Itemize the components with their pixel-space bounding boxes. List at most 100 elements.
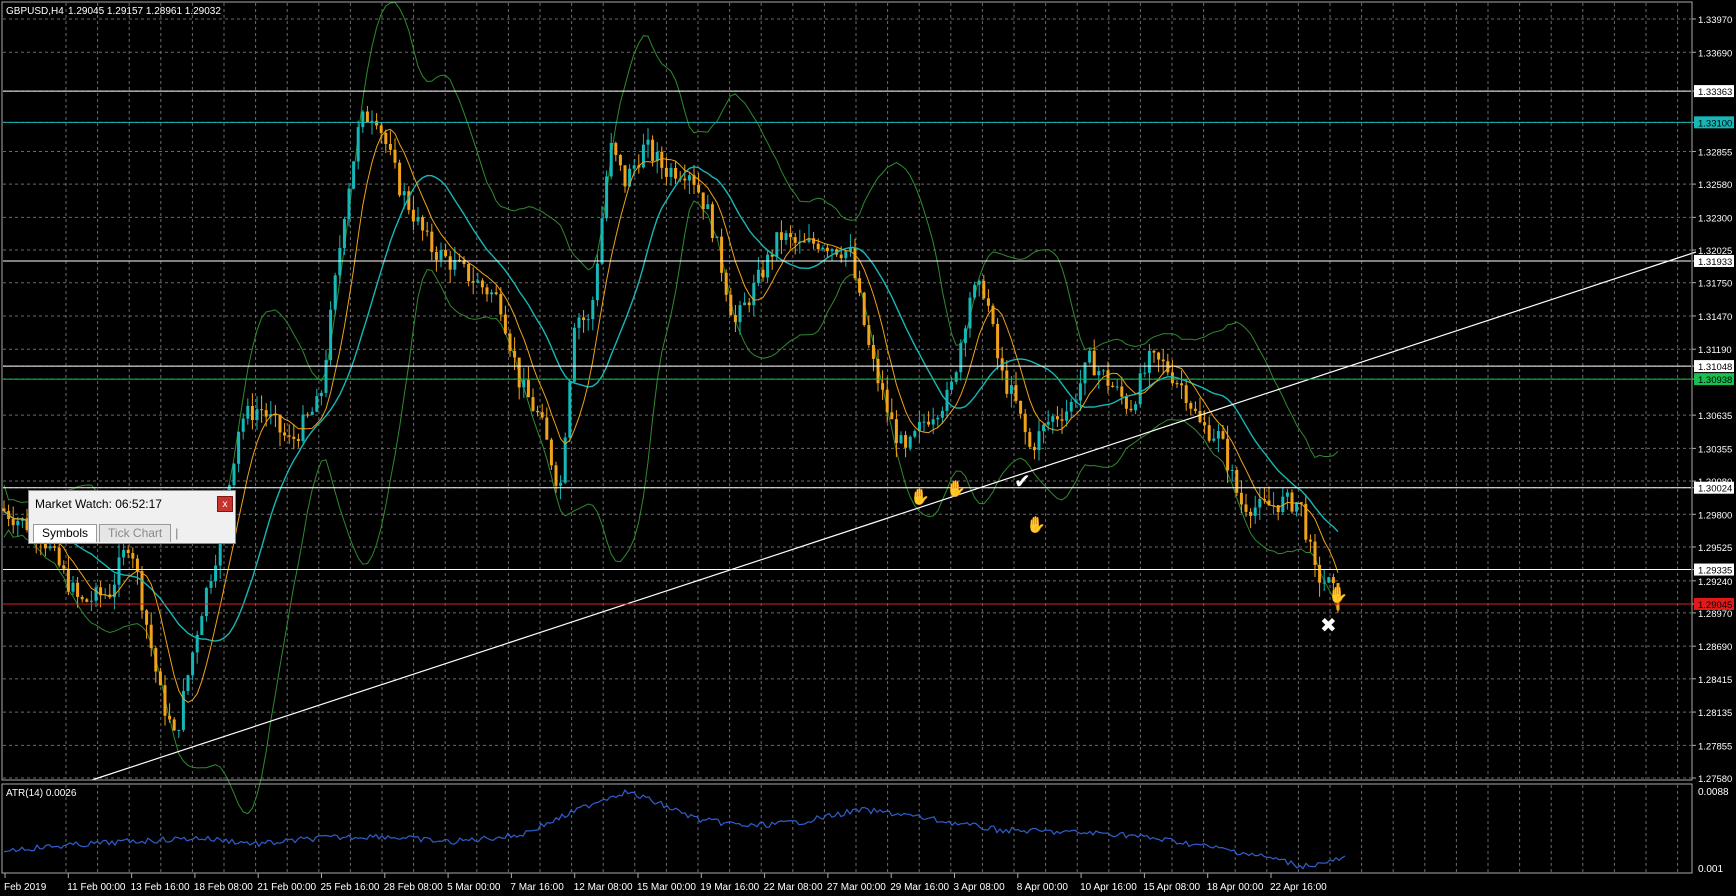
time-label: 22 Apr 16:00: [1270, 882, 1327, 893]
candle-body: [80, 596, 84, 600]
candle-body: [1097, 370, 1101, 376]
candle-body: [931, 419, 935, 425]
candle-body: [430, 231, 434, 252]
candle-body: [122, 549, 126, 558]
candle-body: [53, 546, 57, 548]
thumbs-up-icon: ✋: [946, 479, 966, 498]
candle-body: [163, 685, 167, 716]
candle-body: [513, 350, 517, 358]
candle-body: [959, 343, 963, 373]
candle-body: [687, 175, 691, 181]
candle-body: [48, 546, 52, 549]
time-label: 29 Mar 16:00: [890, 882, 949, 893]
close-button[interactable]: x: [217, 496, 233, 512]
atr-label: ATR(14) 0.0026: [6, 788, 77, 799]
candle-body: [1180, 383, 1184, 386]
candle-body: [582, 317, 586, 321]
price-label: 1.33100: [1698, 118, 1732, 129]
time-label: 22 Mar 08:00: [764, 882, 823, 893]
tab-symbols[interactable]: Symbols: [33, 524, 98, 542]
candle-body: [398, 162, 402, 196]
candle-body: [632, 165, 636, 169]
time-label: 15 Apr 08:00: [1143, 882, 1200, 893]
candle-body: [232, 463, 236, 486]
candle-body: [609, 142, 613, 177]
candle-body: [867, 325, 871, 345]
candle-body: [1221, 431, 1225, 439]
candle-body: [85, 599, 89, 602]
thumbs-up-icon: ✋: [910, 487, 930, 506]
candle-body: [894, 419, 898, 444]
candle-body: [94, 587, 98, 601]
time-label: 21 Feb 00:00: [257, 882, 316, 893]
candle-body: [462, 261, 466, 264]
candle-body: [1313, 541, 1317, 565]
candle-body: [554, 465, 558, 486]
candle-body: [605, 176, 609, 219]
candle-body: [540, 412, 544, 418]
candle-body: [664, 167, 668, 177]
candle-body: [204, 587, 208, 617]
candle-body: [453, 260, 457, 270]
candle-body: [853, 247, 857, 279]
trading-chart[interactable]: ✋ ✋ ✋ ✋ ✔ ✖ GBPUSD,H4 1.29045 1.29157 1.28961…: [0, 0, 1736, 896]
time-label: Feb 2019: [4, 882, 47, 893]
check-icon: ✔: [1014, 469, 1031, 493]
price-label: 1.31933: [1698, 257, 1732, 268]
candle-body: [490, 292, 494, 295]
price-label: 1.31470: [1698, 312, 1732, 323]
price-label: 1.32855: [1698, 147, 1732, 158]
candle-body: [927, 421, 931, 425]
candle-body: [1009, 385, 1013, 394]
candle-body: [885, 389, 889, 413]
candle-body: [697, 184, 701, 193]
candle-body: [444, 250, 448, 257]
candle-body: [1065, 411, 1069, 421]
candle-body: [904, 435, 908, 448]
candle-body: [641, 144, 645, 168]
time-label: 18 Apr 00:00: [1207, 882, 1264, 893]
candle-body: [517, 357, 521, 388]
candle-body: [1115, 386, 1119, 388]
candle-body: [365, 111, 369, 123]
candle-body: [1193, 408, 1197, 411]
tab-tick-chart[interactable]: Tick Chart: [99, 524, 172, 542]
candle-body: [913, 431, 917, 437]
candle-body: [375, 120, 379, 126]
market-watch-window[interactable]: Market Watch: 06:52:17 x Symbols Tick Ch…: [28, 490, 236, 544]
price-label: 1.28135: [1698, 708, 1732, 719]
candle-body: [172, 719, 176, 731]
candle-body: [954, 372, 958, 382]
candle-body: [1308, 539, 1312, 542]
price-label: 1.28415: [1698, 675, 1732, 686]
price-label: 1.33690: [1698, 48, 1732, 59]
time-label: 15 Mar 00:00: [637, 882, 696, 893]
price-label: 1.29240: [1698, 577, 1732, 588]
candle-body: [839, 254, 843, 259]
candle-body: [1092, 350, 1096, 376]
candle-body: [1143, 372, 1147, 374]
price-label: 1.28970: [1698, 609, 1732, 620]
candle-body: [131, 553, 135, 559]
candle-body: [1051, 416, 1055, 422]
candle-body: [701, 192, 705, 210]
candle-body: [743, 302, 747, 306]
candle-body: [117, 557, 121, 585]
candle-body: [1203, 422, 1207, 426]
time-label: 12 Mar 08:00: [574, 882, 633, 893]
candle-body: [968, 297, 972, 329]
candle-body: [264, 410, 268, 417]
candle-body: [572, 327, 576, 382]
candle-body: [614, 142, 618, 155]
candle-body: [1101, 370, 1105, 372]
candle-body: [191, 652, 195, 676]
candle-body: [1216, 431, 1220, 439]
candle-body: [434, 251, 438, 260]
time-label: 25 Feb 16:00: [321, 882, 380, 893]
candle-body: [1088, 350, 1092, 363]
price-label: 1.30355: [1698, 444, 1732, 455]
candle-body: [600, 218, 604, 264]
candle-body: [963, 328, 967, 344]
candle-body: [733, 315, 737, 323]
candle-body: [747, 302, 751, 306]
